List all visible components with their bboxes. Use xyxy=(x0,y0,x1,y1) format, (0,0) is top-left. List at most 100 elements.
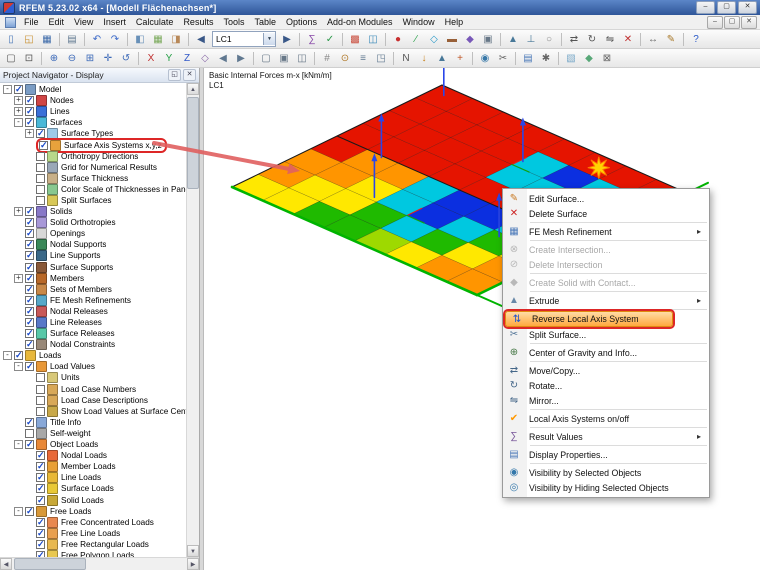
menu-results[interactable]: Results xyxy=(178,16,218,29)
checkbox[interactable]: ✓ xyxy=(25,262,34,272)
context-menu-item-edit-surface[interactable]: ✎ Edit Surface... xyxy=(503,191,709,206)
tables-toggle-icon[interactable]: ▦ xyxy=(150,32,166,47)
tree-item-title-info[interactable]: ✓ Title Info xyxy=(0,416,186,428)
checkbox[interactable]: ✓ xyxy=(25,340,34,350)
checkbox[interactable]: ✓ xyxy=(25,417,34,427)
checkbox[interactable]: ✓ xyxy=(25,306,34,316)
checkbox[interactable]: ✓ xyxy=(14,351,23,361)
scroll-up-icon[interactable]: ▲ xyxy=(187,83,199,95)
menu-tools[interactable]: Tools xyxy=(218,16,249,29)
context-menu-item-move-copy[interactable]: ⇄ Move/Copy... xyxy=(503,363,709,378)
menu-help[interactable]: Help xyxy=(440,16,469,29)
tree-item-load-case-numbers[interactable]: Load Case Numbers xyxy=(0,383,186,395)
wireframe-display-icon[interactable]: ▢ xyxy=(258,51,274,66)
tree-item-solid-orthotropies[interactable]: ✓ Solid Orthotropies xyxy=(0,217,186,229)
checkbox[interactable]: ✓ xyxy=(36,462,45,472)
tree-item-member-loads[interactable]: ✓ Member Loads xyxy=(0,461,186,473)
collapse-icon[interactable]: - xyxy=(3,85,12,95)
context-menu-item-fe-mesh-refinement[interactable]: ▦ FE Mesh Refinement ▸ xyxy=(503,224,709,239)
tree-item-members[interactable]: + ✓ Members xyxy=(0,272,186,284)
show-axes-icon[interactable]: + xyxy=(452,51,468,66)
open-model-icon[interactable]: ◱ xyxy=(21,32,37,47)
work-plane-icon[interactable]: ◳ xyxy=(373,51,389,66)
project-navigator-toggle-icon[interactable]: ◧ xyxy=(132,32,148,47)
context-menu-item-mirror[interactable]: ⇋ Mirror... xyxy=(503,393,709,408)
collapse-icon[interactable]: - xyxy=(14,118,23,128)
guidelines-icon[interactable]: ≡ xyxy=(355,51,371,66)
show-grid-icon[interactable]: # xyxy=(319,51,335,66)
checkbox[interactable]: ✓ xyxy=(36,484,45,494)
checkbox[interactable] xyxy=(36,195,45,205)
tree-item-split-surfaces[interactable]: Split Surfaces xyxy=(0,194,186,206)
print-icon[interactable]: ▤ xyxy=(64,32,80,47)
new-line-icon[interactable]: ∕ xyxy=(408,32,424,47)
new-node-icon[interactable]: ● xyxy=(390,32,406,47)
redo-icon[interactable]: ↷ xyxy=(107,32,123,47)
checkbox[interactable]: ✓ xyxy=(36,495,45,505)
context-menu-item-delete-surface[interactable]: ✕ Delete Surface xyxy=(503,206,709,221)
dimension-icon[interactable]: ↔ xyxy=(645,32,661,47)
menu-window[interactable]: Window xyxy=(398,16,440,29)
tree-item-free-polygon-loads[interactable]: ✓ Free Polygon Loads xyxy=(0,549,186,557)
context-menu-item-visibility-by-selected-objects[interactable]: ◉ Visibility by Selected Objects xyxy=(503,465,709,480)
tree-item-surface-loads[interactable]: ✓ Surface Loads xyxy=(0,483,186,495)
checkbox[interactable]: ✓ xyxy=(25,284,34,294)
mdi-close-button[interactable]: ✕ xyxy=(741,15,757,29)
isometric-view-icon[interactable]: ◇ xyxy=(197,51,213,66)
chevron-down-icon[interactable]: ▼ xyxy=(263,33,275,45)
tree-item-nodal-loads[interactable]: ✓ Nodal Loads xyxy=(0,450,186,462)
checkbox[interactable] xyxy=(36,384,45,394)
context-menu-item-rotate[interactable]: ↻ Rotate... xyxy=(503,378,709,393)
checkbox[interactable]: ✓ xyxy=(25,506,34,516)
tree-item-surface-supports[interactable]: ✓ Surface Supports xyxy=(0,261,186,273)
menu-edit[interactable]: Edit xyxy=(44,16,70,29)
object-snap-icon[interactable]: ⊙ xyxy=(337,51,353,66)
tree-item-free-rectangular-loads[interactable]: ✓ Free Rectangular Loads xyxy=(0,538,186,550)
tree-item-grid-for-numerical-results[interactable]: Grid for Numerical Results xyxy=(0,161,186,173)
new-member-hinge-icon[interactable]: ○ xyxy=(541,32,557,47)
tree-item-load-values[interactable]: - ✓ Load Values xyxy=(0,361,186,373)
show-loads-icon[interactable]: ↓ xyxy=(416,51,432,66)
checkbox[interactable]: ✓ xyxy=(25,218,34,228)
pan-view-icon[interactable]: ✛ xyxy=(100,51,116,66)
select-window-icon[interactable]: ⊡ xyxy=(21,51,37,66)
close-button[interactable]: ✕ xyxy=(738,1,757,14)
scroll-right-icon[interactable]: ▶ xyxy=(187,558,199,570)
checkbox[interactable]: ✓ xyxy=(25,273,34,283)
expand-icon[interactable]: + xyxy=(25,129,34,139)
tree-item-line-loads[interactable]: ✓ Line Loads xyxy=(0,472,186,484)
full-screen-icon[interactable]: ⊠ xyxy=(599,51,615,66)
menu-calculate[interactable]: Calculate xyxy=(131,16,179,29)
display-properties-icon[interactable]: ▤ xyxy=(520,51,536,66)
scroll-left-icon[interactable]: ◀ xyxy=(0,558,12,570)
collapse-icon[interactable]: - xyxy=(14,440,23,450)
tree-item-nodal-constraints[interactable]: ✓ Nodal Constraints xyxy=(0,339,186,351)
new-opening-icon[interactable]: ▣ xyxy=(480,32,496,47)
mdi-restore-button[interactable]: ▢ xyxy=(724,15,740,29)
tree-item-self-weight[interactable]: Self-weight xyxy=(0,427,186,439)
settings-icon[interactable]: ✱ xyxy=(538,51,554,66)
tree-item-loads[interactable]: - ✓ Loads xyxy=(0,350,186,362)
scroll-down-icon[interactable]: ▼ xyxy=(187,545,199,557)
maximize-button[interactable]: ▢ xyxy=(717,1,736,14)
checkbox[interactable]: ✓ xyxy=(25,207,34,217)
checkbox[interactable]: ✓ xyxy=(36,539,45,549)
new-nodal-support-icon[interactable]: ▲ xyxy=(505,32,521,47)
checkbox[interactable] xyxy=(25,428,34,438)
load-case-combo[interactable]: LC1 ▼ xyxy=(212,31,276,47)
collapse-icon[interactable]: - xyxy=(14,362,23,372)
checkbox[interactable]: ✓ xyxy=(36,517,45,527)
rotate-view-icon[interactable]: ↺ xyxy=(118,51,134,66)
close-icon[interactable]: ✕ xyxy=(183,69,196,81)
expand-icon[interactable]: + xyxy=(14,107,23,117)
context-menu-item-result-values[interactable]: ∑ Result Values ▸ xyxy=(503,429,709,444)
checkbox[interactable]: ✓ xyxy=(25,240,34,250)
context-menu-item-display-properties[interactable]: ▤ Display Properties... xyxy=(503,447,709,462)
view-in-y-icon[interactable]: Y xyxy=(161,51,177,66)
previous-load-case-icon[interactable]: ◀ xyxy=(193,32,209,47)
show-numbering-icon[interactable]: N xyxy=(398,51,414,66)
checkbox[interactable]: ✓ xyxy=(25,329,34,339)
previous-view-icon[interactable]: ◀ xyxy=(215,51,231,66)
navigator-vscrollbar[interactable]: ▲ ▼ xyxy=(186,83,199,557)
checkbox[interactable]: ✓ xyxy=(25,318,34,328)
